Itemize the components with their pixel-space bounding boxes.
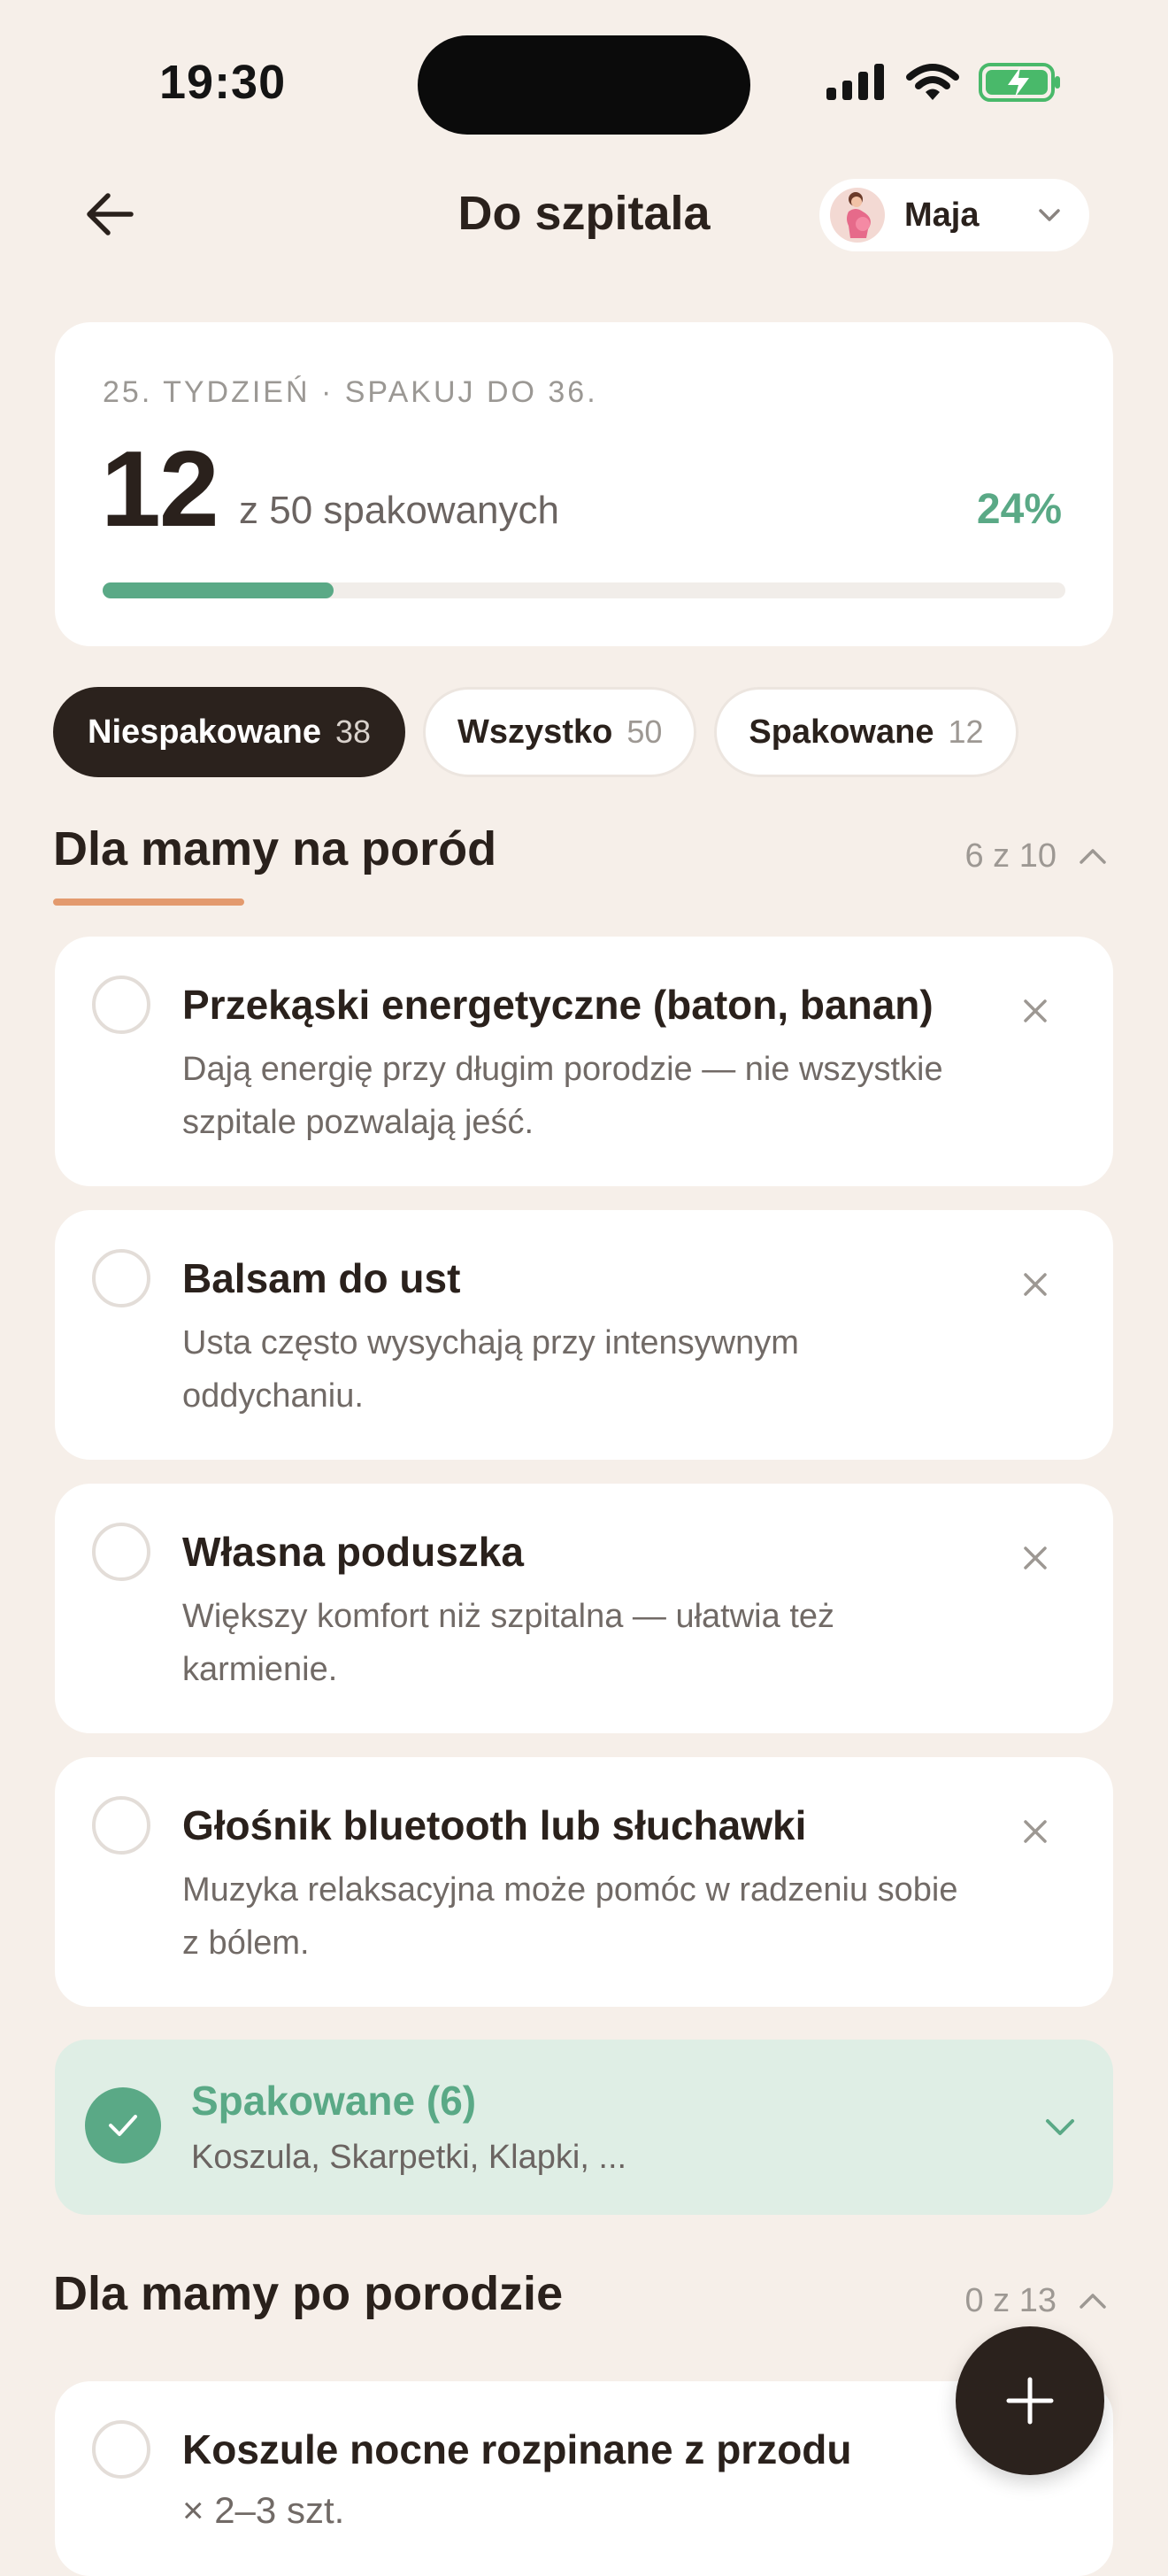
item-description: Muzyka relaksacyjna może pomóc w radzeni… [182,1871,958,1962]
battery-charging-icon [979,63,1060,102]
close-icon [1024,999,1047,1022]
filter-unpacked[interactable]: Niespakowane 38 [53,687,406,777]
item-description: Usta często wysychają przy intensywnym o… [182,1324,799,1415]
item-description: Większy komfort niż szpitalna — ułatwia … [182,1598,835,1688]
filter-all[interactable]: Wszystko 50 [423,687,697,777]
section-title[interactable]: Dla mamy na poród [53,821,496,876]
filter-tabs: Niespakowane 38 Wszystko 50 Spakowane 12 [53,687,1018,777]
add-item-button[interactable] [956,2326,1104,2475]
progress-bar-fill [103,582,334,598]
remove-item-button[interactable] [1016,1539,1055,1577]
filter-count: 12 [948,713,984,750]
item-checkbox[interactable] [92,1523,150,1581]
chevron-down-icon [1039,209,1060,221]
chevron-down-icon [1046,2119,1074,2135]
section-underline [53,899,244,906]
list-item[interactable]: Głośnik bluetooth lub słuchawki Muzyka r… [55,1757,1113,2007]
item-checkbox[interactable] [92,976,150,1034]
plus-icon [1006,2377,1054,2425]
item-title: Własna poduszka [182,1529,524,1575]
remove-item-button[interactable] [1016,1265,1055,1304]
check-icon [109,2115,137,2136]
dynamic-island [418,35,750,135]
week-label: 25. TYDZIEŃ · SPAKUJ DO 36. [103,375,598,409]
status-time: 19:30 [159,56,287,109]
filter-label: Spakowane [749,713,934,751]
item-title: Głośnik bluetooth lub słuchawki [182,1802,807,1848]
close-icon [1024,1820,1047,1843]
filter-label: Wszystko [457,713,613,751]
signal-icon [826,64,884,100]
item-checkbox[interactable] [92,1796,150,1855]
item-description: Dają energię przy długim porodzie — nie … [182,1051,943,1141]
packed-list: Koszula, Skarpetki, Klapki, ... [191,2139,627,2176]
pregnant-avatar-icon [847,192,871,238]
item-checkbox[interactable] [92,1249,150,1307]
profile-selector[interactable]: Maja [819,179,1089,251]
percent-label: 24% [976,486,1062,533]
filter-packed[interactable]: Spakowane 12 [714,687,1018,777]
filter-count: 50 [626,713,663,750]
packed-count: 12 [101,428,219,549]
section-title[interactable]: Dla mamy po porodzie [53,2266,563,2321]
close-icon [1024,1546,1047,1570]
remove-item-button[interactable] [1016,1812,1055,1851]
section-toggle[interactable]: 0 z 13 [964,2282,1108,2320]
chevron-up-icon [1080,848,1106,864]
section-count: 6 z 10 [964,837,1057,875]
section-count: 0 z 13 [964,2282,1057,2319]
remove-item-button[interactable] [1016,991,1055,1030]
item-title: Koszule nocne rozpinane z przodu [182,2426,852,2472]
filter-label: Niespakowane [88,713,321,751]
list-item[interactable]: Balsam do ust Usta często wysychają przy… [55,1210,1113,1460]
item-title: Przekąski energetyczne (baton, banan) [182,982,934,1028]
filter-count: 38 [335,713,372,750]
packed-check-badge [85,2087,161,2163]
item-checkbox[interactable] [92,2420,150,2479]
progress-bar [103,582,1065,598]
item-title: Balsam do ust [182,1255,461,1301]
packed-title: Spakowane (6) [191,2078,477,2124]
list-item[interactable]: Przekąski energetyczne (baton, banan) Da… [55,937,1113,1186]
packed-summary[interactable]: Spakowane (6) Koszula, Skarpetki, Klapki… [55,2040,1113,2215]
avatar [830,188,885,243]
section-toggle[interactable]: 6 z 10 [964,837,1108,875]
status-icons [825,62,1062,103]
wifi-icon [906,64,959,100]
chevron-up-icon [1080,2293,1106,2309]
profile-name: Maja [904,196,980,234]
item-quantity: × 2–3 szt. [182,2489,345,2531]
close-icon [1024,1273,1047,1296]
list-item[interactable]: Własna poduszka Większy komfort niż szpi… [55,1484,1113,1733]
list-item[interactable]: Koszule nocne rozpinane z przodu × 2–3 s… [55,2381,1113,2576]
total-label: z 50 spakowanych [239,489,559,532]
